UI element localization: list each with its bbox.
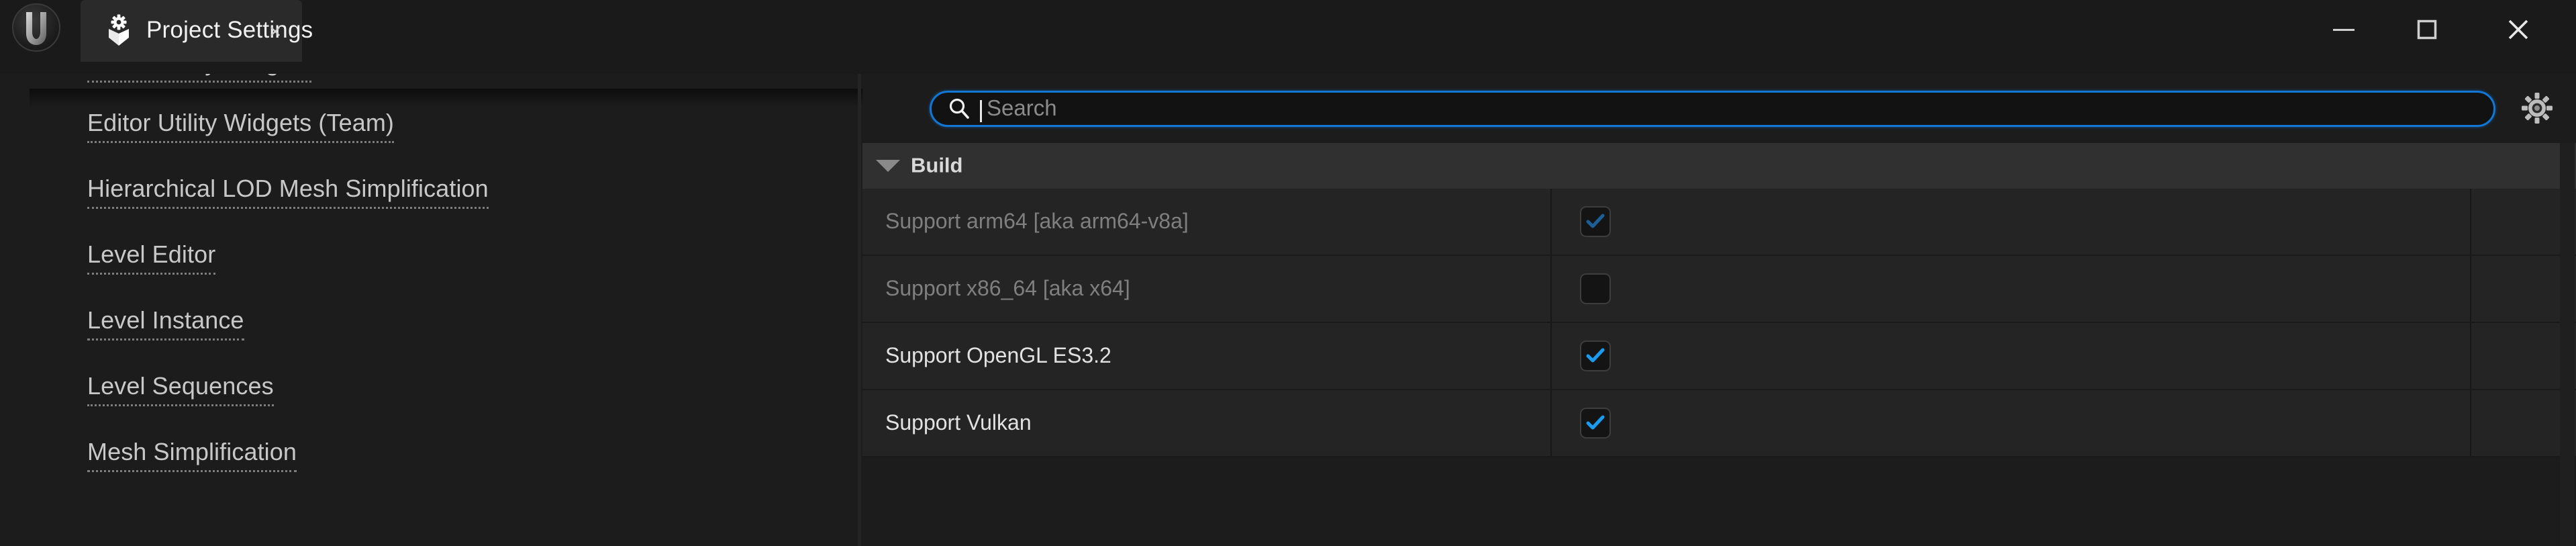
project-settings-gear-leaf-icon xyxy=(102,13,136,47)
property-name: Support Vulkan xyxy=(885,410,1032,435)
window-close-button[interactable] xyxy=(2481,0,2556,59)
sidebar-item-mesh-simplification[interactable]: Mesh Simplification xyxy=(0,423,862,489)
project-settings-window: Project Settings × Editor Utility Widget… xyxy=(0,0,2576,546)
category-label: Build xyxy=(911,153,963,177)
unreal-engine-logo-icon xyxy=(12,3,60,52)
property-checkbox[interactable] xyxy=(1580,206,1611,237)
category-header-build[interactable]: Build xyxy=(862,143,2576,189)
property-checkbox[interactable] xyxy=(1580,408,1611,439)
sidebar-item-hierarchical-lod-mesh-simplification[interactable]: Hierarchical LOD Mesh Simplification xyxy=(0,160,862,226)
property-checkbox[interactable] xyxy=(1580,340,1611,371)
settings-detail-panel: Search Build Support arm64 [aka arm64-v8… xyxy=(862,74,2576,546)
gear-icon[interactable] xyxy=(2520,91,2554,125)
column-divider xyxy=(1550,323,1552,389)
settings-category-sidebar[interactable]: Editor Utility Widgets Editor Utility Wi… xyxy=(0,74,862,546)
text-caret xyxy=(980,100,982,122)
tab-title: Project Settings xyxy=(146,17,313,44)
sidebar-item-level-instance[interactable]: Level Instance xyxy=(0,291,862,357)
column-divider xyxy=(2470,256,2471,322)
table-row[interactable]: Support arm64 [aka arm64-v8a] xyxy=(862,189,2576,256)
column-divider xyxy=(1550,256,1552,322)
tab-close-icon[interactable]: × xyxy=(263,19,287,43)
sidebar-item-label: Editor Utility Widgets xyxy=(87,74,312,83)
table-row[interactable]: Support x86_64 [aka x64] xyxy=(862,256,2576,323)
title-bar: Project Settings × xyxy=(0,0,2576,74)
column-divider xyxy=(2470,323,2471,389)
sidebar-item-level-sequences[interactable]: Level Sequences xyxy=(0,357,862,423)
sidebar-item-label: Level Editor xyxy=(87,242,216,275)
column-divider xyxy=(2470,390,2471,456)
window-maximize-button[interactable] xyxy=(2389,0,2465,59)
tab-project-settings[interactable]: Project Settings × xyxy=(81,0,313,62)
table-row[interactable]: Support Vulkan xyxy=(862,390,2576,457)
property-name: Support arm64 [aka arm64-v8a] xyxy=(885,208,1189,233)
column-divider xyxy=(2470,189,2471,255)
column-divider xyxy=(1550,390,1552,456)
property-name: Support OpenGL ES3.2 xyxy=(885,343,1111,367)
chevron-down-icon xyxy=(876,160,900,172)
sidebar-item-label: Mesh Simplification xyxy=(87,440,297,472)
search-row: Search xyxy=(862,74,2576,143)
sidebar-item-level-editor[interactable]: Level Editor xyxy=(0,226,862,291)
property-checkbox[interactable] xyxy=(1580,273,1611,304)
property-name: Support x86_64 [aka x64] xyxy=(885,275,1130,300)
window-minimize-button[interactable] xyxy=(2306,0,2381,59)
sidebar-item-label: Editor Utility Widgets (Team) xyxy=(87,111,394,143)
vertical-scrollbar[interactable] xyxy=(2560,143,2575,546)
panel-splitter-handle[interactable] xyxy=(858,74,861,546)
search-placeholder-text: Search xyxy=(987,95,1057,121)
sidebar-item-label: Level Instance xyxy=(87,308,244,340)
sidebar-item-editor-utility-widgets-team[interactable]: Editor Utility Widgets (Team) xyxy=(0,94,862,160)
sidebar-list: Editor Utility Widgets Editor Utility Wi… xyxy=(0,74,862,489)
sidebar-item-label: Hierarchical LOD Mesh Simplification xyxy=(87,177,489,209)
column-divider xyxy=(1550,189,1552,255)
table-row[interactable]: Support OpenGL ES3.2 xyxy=(862,323,2576,390)
search-icon xyxy=(948,97,971,120)
property-table: Build Support arm64 [aka arm64-v8a] Supp… xyxy=(862,143,2576,546)
sidebar-item-clipped[interactable]: Editor Utility Widgets xyxy=(0,74,862,94)
sidebar-item-label: Level Sequences xyxy=(87,374,274,406)
search-input[interactable]: Search xyxy=(930,91,2495,127)
